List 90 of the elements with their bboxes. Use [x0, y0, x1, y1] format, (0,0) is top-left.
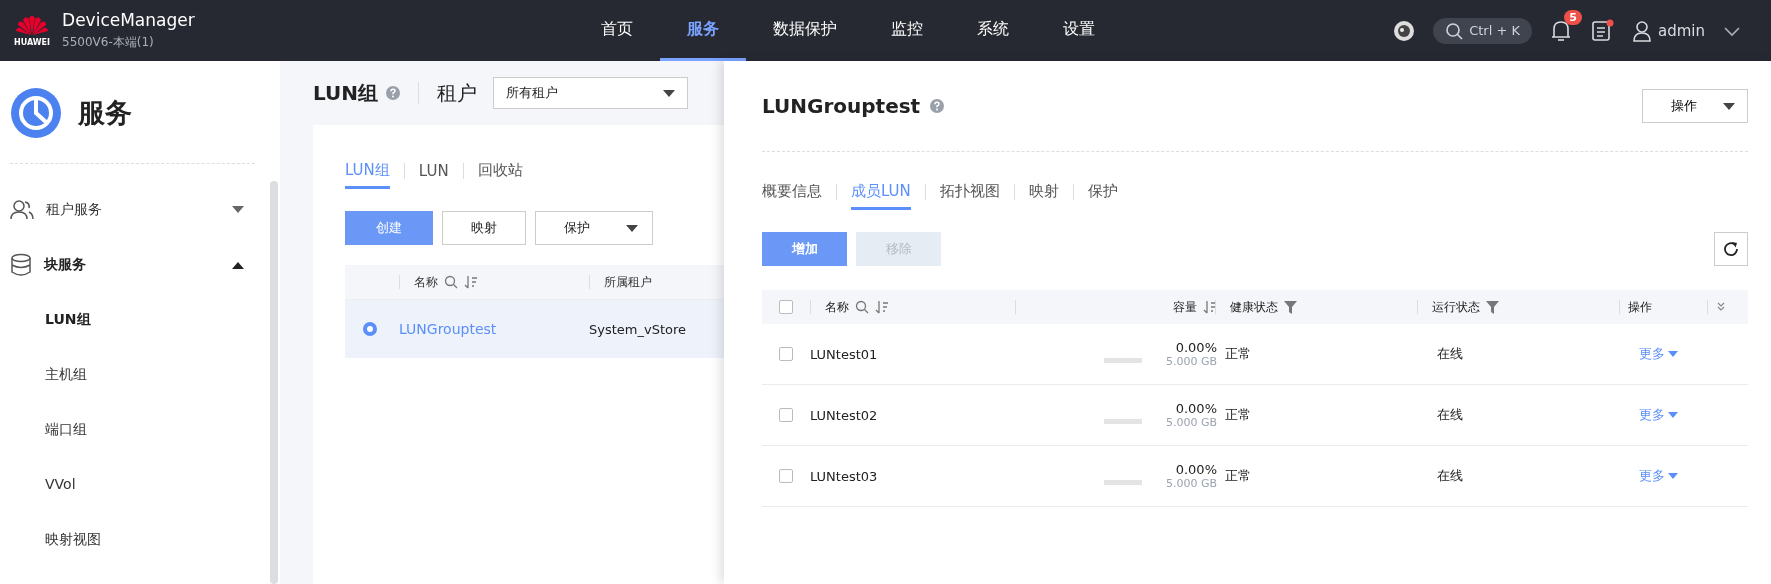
caret-icon	[626, 224, 638, 232]
filter-icon[interactable]	[1486, 300, 1499, 314]
caret-icon	[663, 89, 675, 97]
usage-percent: 0.00%	[1175, 340, 1217, 355]
table-cell-text: 正常	[1225, 345, 1252, 363]
search-button[interactable]: Ctrl + K	[1433, 17, 1532, 44]
app-name: DeviceManager	[62, 10, 195, 30]
action-button[interactable]: 映射	[442, 211, 526, 245]
scrollbar[interactable]	[270, 181, 278, 584]
checkbox[interactable]	[779, 300, 793, 314]
caret-icon	[1668, 473, 1678, 479]
camera-icon[interactable]	[1393, 19, 1416, 42]
table-cell-text: System_vStore	[589, 321, 688, 337]
sidebar-item[interactable]: VVol	[0, 457, 280, 512]
page-title: LUN组	[313, 79, 378, 107]
sidebar-group[interactable]: 块服务	[0, 237, 280, 292]
nav-tab[interactable]: 系统	[950, 0, 1036, 61]
checkbox[interactable]	[779, 347, 793, 361]
caret-icon	[1668, 351, 1678, 357]
column-header: 容量	[1173, 298, 1197, 316]
sidebar-item[interactable]: 主机组	[0, 347, 280, 402]
help-icon[interactable]	[386, 86, 400, 100]
sidebar-title: 服务	[78, 96, 132, 130]
filter-icon[interactable]	[1284, 300, 1297, 314]
table-cell-text: 在线	[1437, 406, 1464, 424]
sort-icon[interactable]	[1203, 300, 1217, 314]
database-icon	[10, 252, 32, 277]
table-cell-text: LUNtest01	[810, 346, 879, 362]
tab[interactable]: LUN	[418, 161, 449, 189]
nav-tab[interactable]: 首页	[574, 0, 660, 61]
user-menu[interactable]: admin	[1632, 19, 1741, 42]
tab[interactable]: 回收站	[477, 161, 523, 189]
users-icon	[10, 198, 34, 221]
capacity-value: 5.000 GB	[1165, 355, 1217, 368]
search-icon[interactable]	[444, 275, 458, 289]
column-header: 名称	[414, 273, 438, 291]
double-chevron-icon[interactable]	[1716, 302, 1726, 312]
usage-percent: 0.00%	[1175, 401, 1217, 416]
refresh-button[interactable]	[1714, 232, 1748, 266]
chevron-icon	[1723, 24, 1741, 37]
column-header: 健康状态	[1230, 298, 1278, 316]
nav-tab[interactable]: 监控	[864, 0, 950, 61]
refresh-icon	[1722, 240, 1740, 258]
caret-icon	[1723, 102, 1735, 110]
help-icon[interactable]	[930, 99, 945, 113]
radio-button[interactable]	[363, 322, 377, 336]
sidebar-item[interactable]: 端口组	[0, 402, 280, 457]
logo-icon	[15, 14, 49, 36]
capacity-value: 5.000 GB	[1165, 416, 1217, 429]
pie-chart-icon	[10, 87, 62, 139]
table-row[interactable]: LUNGrouptest System_vStore	[345, 300, 724, 358]
table-cell-text: LUNtest03	[810, 468, 879, 484]
sidebar-item[interactable]: 映射视图	[0, 512, 280, 567]
table-cell-text: 在线	[1437, 345, 1464, 363]
notification-badge: 5	[1564, 9, 1582, 25]
dropdown-button[interactable]: 保护	[535, 211, 653, 245]
capacity-value: 5.000 GB	[1165, 477, 1217, 490]
brand-name: HUAWEI	[14, 38, 51, 47]
user-icon	[1632, 19, 1652, 42]
nav-tab[interactable]: 设置	[1036, 0, 1122, 61]
sidebar-item[interactable]: LUN组	[0, 292, 280, 347]
tenant-label: 租户	[437, 79, 477, 107]
tab[interactable]: 映射	[1028, 182, 1059, 210]
column-header: 运行状态	[1432, 298, 1480, 316]
column-header: 所属租户	[604, 273, 652, 291]
dropdown-button[interactable]: 操作	[1642, 89, 1748, 123]
sort-icon[interactable]	[464, 275, 478, 289]
tab[interactable]: 拓扑视图	[939, 182, 1000, 210]
column-header: 操作	[1628, 298, 1652, 316]
tab[interactable]: 概要信息	[762, 182, 822, 210]
bell-icon[interactable]	[1550, 18, 1572, 43]
sidebar-group[interactable]: 租户服务	[0, 182, 280, 237]
caret-icon	[1668, 412, 1678, 418]
tab[interactable]: 保护	[1087, 182, 1118, 210]
checkbox[interactable]	[779, 469, 793, 483]
nav-tab[interactable]: 数据保护	[746, 0, 864, 61]
search-icon	[1445, 21, 1464, 40]
search-icon[interactable]	[855, 300, 869, 314]
panel-title: LUNGrouptest	[762, 94, 921, 118]
sort-icon[interactable]	[875, 300, 889, 314]
table-cell-text: 在线	[1437, 467, 1464, 485]
table-cell-text: 正常	[1225, 406, 1252, 424]
table-cell-text: LUNtest02	[810, 407, 879, 423]
checkbox[interactable]	[779, 408, 793, 422]
column-header: 名称	[825, 298, 849, 316]
device-name: 5500V6-本端(1)	[62, 34, 155, 51]
table-cell-text: 正常	[1225, 467, 1252, 485]
task-list-icon[interactable]	[1590, 18, 1614, 43]
tenant-select[interactable]: 所有租户	[493, 77, 688, 109]
usage-percent: 0.00%	[1175, 462, 1217, 477]
